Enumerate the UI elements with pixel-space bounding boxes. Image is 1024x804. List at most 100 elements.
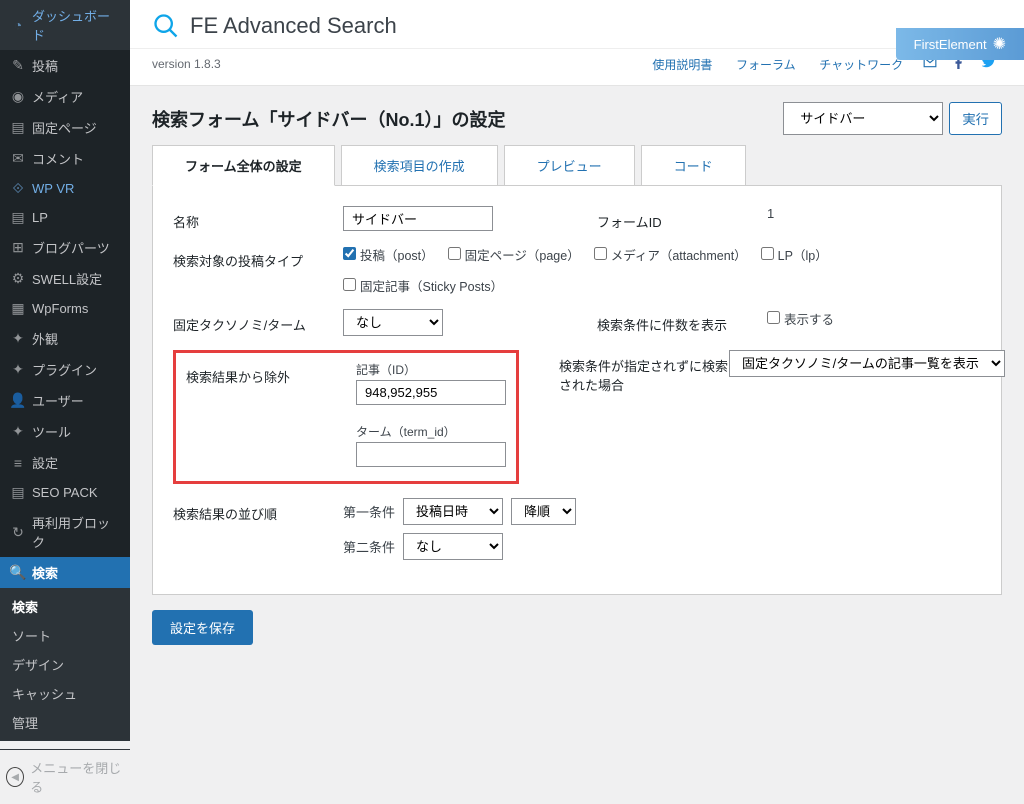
collapse-label: メニューを閉じる <box>30 758 124 796</box>
collapse-icon: ◀ <box>6 767 24 787</box>
select-sort-firstorder[interactable]: 降順 <box>511 498 576 525</box>
dashboard-icon: ◔ <box>8 17 28 33</box>
input-exclude-term[interactable] <box>356 442 506 467</box>
sidebar-item-comments[interactable]: ✉ コメント <box>0 143 130 174</box>
sidebar-item-label: 再利用ブロック <box>32 513 122 551</box>
collapse-menu-button[interactable]: ◀ メニューを閉じる <box>0 749 130 804</box>
sidebar-item-posts[interactable]: ✎ 投稿 <box>0 50 130 81</box>
save-button[interactable]: 設定を保存 <box>152 610 253 645</box>
chk-showcount[interactable] <box>767 311 780 324</box>
link-forum[interactable]: フォーラム <box>736 58 796 72</box>
sidebar-item-label: 外観 <box>32 329 122 348</box>
sidebar-item-lp[interactable]: ▤ LP <box>0 203 130 232</box>
chk-sticky[interactable] <box>343 278 356 291</box>
sidebar-item-seopack[interactable]: ▤ SEO PACK <box>0 478 130 507</box>
sub-item-search[interactable]: 検索 <box>0 592 130 621</box>
chk-lp[interactable] <box>761 247 774 260</box>
label-exclude: 検索結果から除外 <box>186 361 356 386</box>
globe-icon: ✺ <box>993 34 1006 54</box>
admin-sidebar: ◔ ダッシュボード ✎ 投稿 ◉ メディア ▤ 固定ページ ✉ コメント ⟐ W… <box>0 0 130 641</box>
sub-item-design[interactable]: デザイン <box>0 650 130 679</box>
chk-label: 投稿（post） <box>360 249 434 263</box>
label-nocond: 検索条件が指定されずに検索された場合 <box>559 350 729 394</box>
config-heading: 検索フォーム「サイドバー（No.1）」の設定 <box>152 106 505 132</box>
user-icon: 👤 <box>8 392 28 409</box>
sliders-icon: ≡ <box>8 455 28 471</box>
exclude-section: 検索結果から除外 記事（ID） ターム（term_id） <box>173 350 519 484</box>
sidebar-item-label: 設定 <box>32 453 122 472</box>
label-exclude-id: 記事（ID） <box>356 361 506 378</box>
sidebar-submenu: 検索 ソート デザイン キャッシュ 管理 <box>0 588 130 741</box>
chk-label: LP（lp） <box>778 249 828 263</box>
input-name[interactable] <box>343 206 493 231</box>
tab-create-items[interactable]: 検索項目の作成 <box>341 145 498 186</box>
sidebar-item-wpvr[interactable]: ⟐ WP VR <box>0 174 130 203</box>
input-exclude-ids[interactable] <box>356 380 506 405</box>
sidebar-item-label: コメント <box>32 149 122 168</box>
sidebar-item-appearance[interactable]: ✦ 外観 <box>0 323 130 354</box>
tab-code[interactable]: コード <box>641 145 746 186</box>
settings-panel: 名称 フォームID 1 検索対象の投稿タイプ 投稿（post） 固定ページ（pa… <box>152 185 1002 595</box>
sidebar-item-label: ユーザー <box>32 391 122 410</box>
link-chatwork[interactable]: チャットワーク <box>819 58 903 72</box>
select-nocond[interactable]: 固定タクソノミ/タームの記事一覧を表示 <box>729 350 1005 377</box>
sidebar-item-media[interactable]: ◉ メディア <box>0 81 130 112</box>
sidebar-item-blogparts[interactable]: ⊞ ブログパーツ <box>0 232 130 263</box>
tabs-row: フォーム全体の設定 検索項目の作成 プレビュー コード <box>130 145 1024 186</box>
sidebar-item-label: 固定ページ <box>32 118 122 137</box>
label-exclude-term: ターム（term_id） <box>356 423 506 440</box>
link-manual[interactable]: 使用説明書 <box>652 58 712 72</box>
sidebar-item-users[interactable]: 👤 ユーザー <box>0 385 130 416</box>
tab-preview[interactable]: プレビュー <box>504 145 635 186</box>
select-fixedtax[interactable]: なし <box>343 309 443 336</box>
label-showcount: 検索条件に件数を表示 <box>597 309 767 334</box>
label-posttype: 検索対象の投稿タイプ <box>173 245 343 270</box>
sub-item-manage[interactable]: 管理 <box>0 708 130 737</box>
chk-post[interactable] <box>343 247 356 260</box>
settings-icon: ⚙ <box>8 270 28 287</box>
seo-icon: ▤ <box>8 484 28 501</box>
label-formid: フォームID <box>597 206 767 231</box>
recycle-icon: ↻ <box>8 524 28 541</box>
label-name: 名称 <box>173 206 343 231</box>
chk-page[interactable] <box>448 247 461 260</box>
sidebar-item-reusable[interactable]: ↻ 再利用ブロック <box>0 507 130 557</box>
sidebar-item-plugins[interactable]: ✦ プラグイン <box>0 354 130 385</box>
sub-item-cache[interactable]: キャッシュ <box>0 679 130 708</box>
sidebar-item-label: SEO PACK <box>32 485 122 500</box>
config-heading-row: 検索フォーム「サイドバー（No.1）」の設定 サイドバー 実行 <box>130 86 1024 145</box>
brand-logo: FirstElement✺ <box>896 28 1024 60</box>
label-sort: 検索結果の並び順 <box>173 498 343 523</box>
sidebar-item-wpforms[interactable]: ▦ WpForms <box>0 294 130 323</box>
form-select[interactable]: サイドバー <box>783 102 943 135</box>
chk-label: 固定記事（Sticky Posts） <box>360 280 503 294</box>
execute-button[interactable]: 実行 <box>949 102 1002 135</box>
search-icon: 🔍 <box>8 564 28 581</box>
app-header: FE Advanced Search <box>130 0 1024 49</box>
chk-label: メディア（attachment） <box>611 249 747 263</box>
sub-item-sort[interactable]: ソート <box>0 621 130 650</box>
version-text: version 1.8.3 <box>152 57 221 71</box>
chk-media[interactable] <box>594 247 607 260</box>
sub-header: version 1.8.3 使用説明書 フォーラム チャットワーク <box>130 49 1024 86</box>
sidebar-item-dashboard[interactable]: ◔ ダッシュボード <box>0 0 130 50</box>
sidebar-item-pages[interactable]: ▤ 固定ページ <box>0 112 130 143</box>
tab-form-settings[interactable]: フォーム全体の設定 <box>152 145 335 186</box>
sidebar-item-settings[interactable]: ≡ 設定 <box>0 447 130 478</box>
sidebar-item-label: ブログパーツ <box>32 238 122 257</box>
select-sort-first[interactable]: 投稿日時 <box>403 498 503 525</box>
sidebar-item-label: プラグイン <box>32 360 122 379</box>
comment-icon: ✉ <box>8 150 28 167</box>
label-fixedtax: 固定タクソノミ/ターム <box>173 309 343 334</box>
sidebar-item-search[interactable]: 🔍 検索 <box>0 557 130 588</box>
chk-label: 固定ページ（page） <box>465 249 580 263</box>
lp-icon: ▤ <box>8 209 28 226</box>
brush-icon: ✦ <box>8 330 28 347</box>
sidebar-item-swell[interactable]: ⚙ SWELL設定 <box>0 263 130 294</box>
chk-label: 表示する <box>784 313 834 327</box>
sidebar-item-label: ダッシュボード <box>32 6 122 44</box>
page-icon: ▤ <box>8 119 28 136</box>
sidebar-item-tools[interactable]: ✦ ツール <box>0 416 130 447</box>
select-sort-second[interactable]: なし <box>403 533 503 560</box>
sidebar-item-label: WpForms <box>32 301 122 316</box>
